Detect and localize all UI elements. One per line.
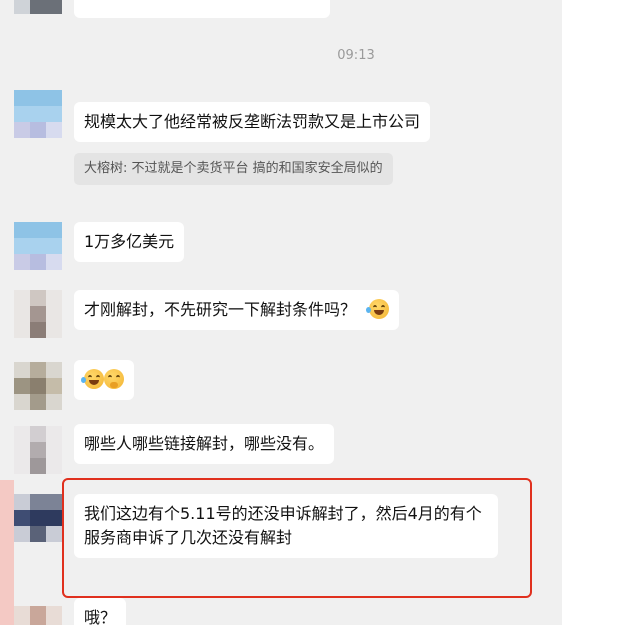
- avatar[interactable]: [14, 222, 62, 270]
- chat-area[interactable]: 09:13 规模太大了他经常被反垄断法罚款又是上市公司 大榕树: 不过就是个卖货…: [0, 0, 562, 625]
- laughing-crying-face-icon: [81, 369, 104, 389]
- message-bubble[interactable]: 哦？: [74, 598, 127, 625]
- message-text: 才刚解封，不先研究一下解封条件吗？: [84, 300, 357, 319]
- message-bubble-partial[interactable]: [74, 0, 330, 18]
- avatar[interactable]: [14, 494, 62, 542]
- avatar[interactable]: [14, 90, 62, 138]
- message-bubble[interactable]: 规模太大了他经常被反垄断法罚款又是上市公司: [74, 102, 431, 142]
- avatar[interactable]: [14, 606, 62, 625]
- message-bubble[interactable]: 才刚解封，不先研究一下解封条件吗？: [74, 290, 400, 330]
- avatar[interactable]: [14, 362, 62, 410]
- avatar[interactable]: [14, 0, 62, 14]
- timestamp: 09:13: [337, 48, 375, 63]
- message-bubble[interactable]: 哪些人哪些链接解封，哪些没有。: [74, 424, 335, 464]
- avatar[interactable]: [14, 426, 62, 474]
- message-bubble[interactable]: [74, 360, 134, 400]
- highlight-box: [62, 478, 532, 598]
- selection-edge: [0, 480, 14, 625]
- message-bubble[interactable]: 1万多亿美元: [74, 222, 185, 262]
- thinking-face-icon: [104, 369, 124, 389]
- laughing-crying-face-icon: [366, 299, 390, 319]
- quoted-message[interactable]: 大榕树: 不过就是个卖货平台 搞的和国家安全局似的: [74, 153, 393, 185]
- avatar[interactable]: [14, 290, 62, 338]
